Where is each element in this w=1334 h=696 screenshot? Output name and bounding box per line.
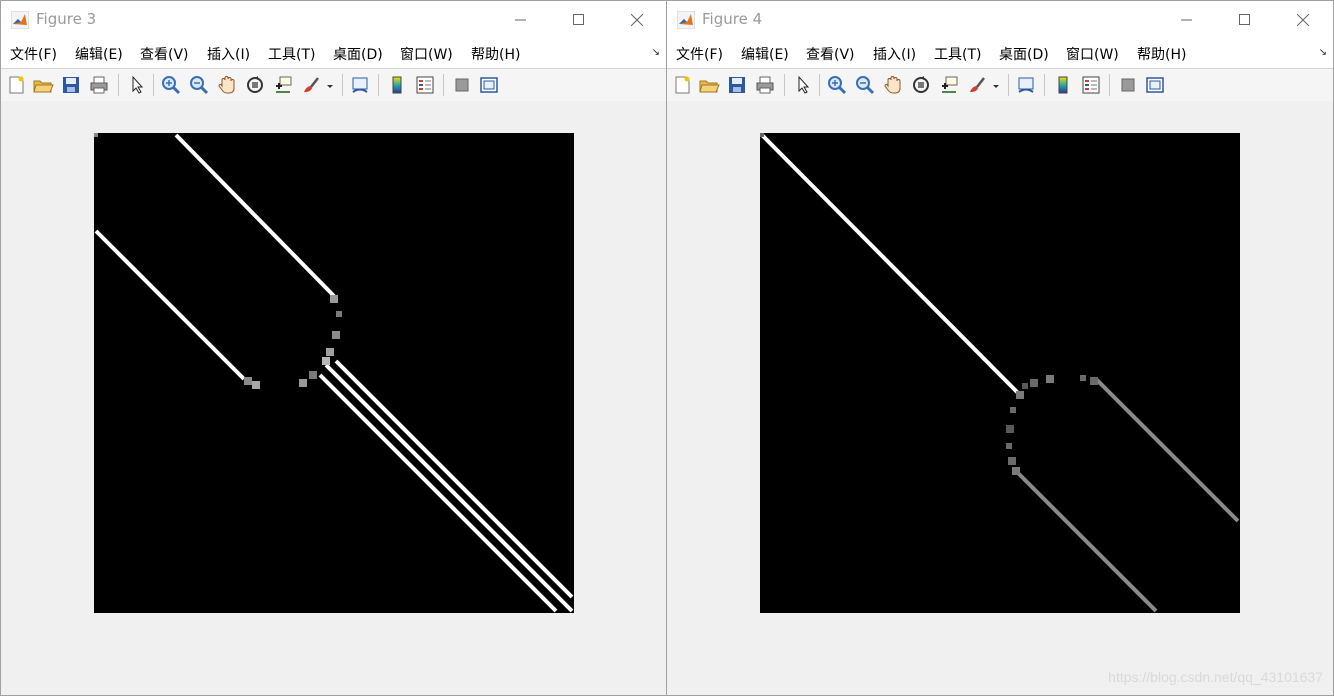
brush-dropdown-icon[interactable]: [324, 74, 336, 96]
toolbar-separator: [342, 74, 343, 96]
minimize-icon: [1181, 19, 1192, 21]
rotate-3d-icon[interactable]: [244, 74, 266, 96]
legend-icon[interactable]: [414, 74, 436, 96]
menu-bar: 文件(F) 编辑(E) 查看(V) 插入(I) 工具(T) 桌面(D) 窗口(W…: [1, 38, 666, 69]
dock-arrow-icon[interactable]: ↘: [1319, 47, 1327, 58]
toolbar-separator: [784, 74, 785, 96]
hide-plot-tools-icon[interactable]: [451, 74, 473, 96]
figure-canvas: [1, 101, 666, 695]
close-button[interactable]: [608, 1, 666, 38]
menu-desktop[interactable]: 桌面(D): [333, 44, 383, 64]
menu-window[interactable]: 窗口(W): [1066, 44, 1119, 64]
new-figure-icon[interactable]: [5, 74, 27, 96]
minimize-button[interactable]: [1158, 1, 1216, 38]
toolbar-separator: [378, 74, 379, 96]
menu-file[interactable]: 文件(F): [676, 44, 723, 64]
menu-bar: 文件(F) 编辑(E) 查看(V) 插入(I) 工具(T) 桌面(D) 窗口(W…: [667, 38, 1333, 69]
rotate-3d-icon[interactable]: [910, 74, 932, 96]
image-axes[interactable]: [94, 133, 574, 613]
window-title: Figure 4: [702, 10, 763, 28]
zoom-out-icon[interactable]: [188, 74, 210, 96]
maximize-icon: [573, 14, 584, 25]
menu-view[interactable]: 查看(V): [140, 44, 189, 64]
colorbar-icon[interactable]: [386, 74, 408, 96]
new-figure-icon[interactable]: [671, 74, 693, 96]
pan-hand-icon[interactable]: [216, 74, 238, 96]
edge-image: [760, 133, 1240, 613]
menu-tools[interactable]: 工具(T): [934, 44, 981, 64]
close-icon: [1297, 14, 1309, 26]
menu-help[interactable]: 帮助(H): [471, 44, 520, 64]
print-icon[interactable]: [754, 74, 776, 96]
zoom-in-icon[interactable]: [160, 74, 182, 96]
menu-tools[interactable]: 工具(T): [268, 44, 315, 64]
brush-icon[interactable]: [300, 74, 322, 96]
data-cursor-icon[interactable]: [272, 74, 294, 96]
zoom-in-icon[interactable]: [826, 74, 848, 96]
zoom-out-icon[interactable]: [854, 74, 876, 96]
show-plot-tools-icon[interactable]: [1144, 74, 1166, 96]
colorbar-icon[interactable]: [1052, 74, 1074, 96]
minimize-button[interactable]: [492, 1, 550, 38]
toolbar-separator: [443, 74, 444, 96]
maximize-button[interactable]: [1216, 1, 1274, 38]
save-icon[interactable]: [60, 74, 82, 96]
title-bar[interactable]: Figure 4: [667, 1, 1333, 38]
link-plot-icon[interactable]: [1015, 74, 1037, 96]
toolbar-separator: [1008, 74, 1009, 96]
legend-icon[interactable]: [1080, 74, 1102, 96]
edit-plot-pointer-icon[interactable]: [126, 74, 148, 96]
hide-plot-tools-icon[interactable]: [1117, 74, 1139, 96]
maximize-button[interactable]: [550, 1, 608, 38]
edit-plot-pointer-icon[interactable]: [792, 74, 814, 96]
toolbar-separator: [1044, 74, 1045, 96]
menu-desktop[interactable]: 桌面(D): [999, 44, 1049, 64]
figure-toolbar: [667, 69, 1333, 102]
title-bar[interactable]: Figure 3: [1, 1, 666, 38]
menu-insert[interactable]: 插入(I): [207, 44, 250, 64]
matlab-icon: [11, 11, 29, 29]
toolbar-separator: [153, 74, 154, 96]
watermark: https://blog.csdn.net/qq_43101637: [1108, 669, 1323, 685]
figure-4-window: Figure 4 文件(F) 编辑(E) 查看(V) 插入(I) 工具(T) 桌…: [666, 0, 1334, 696]
print-icon[interactable]: [88, 74, 110, 96]
show-plot-tools-icon[interactable]: [478, 74, 500, 96]
figure-toolbar: [1, 69, 666, 102]
close-icon: [631, 14, 643, 26]
link-plot-icon[interactable]: [349, 74, 371, 96]
data-cursor-icon[interactable]: [938, 74, 960, 96]
figure-3-window: Figure 3 文件(F) 编辑(E) 查看(V) 插入(I) 工具(T) 桌…: [0, 0, 667, 696]
figure-canvas: https://blog.csdn.net/qq_43101637: [667, 101, 1333, 695]
menu-edit[interactable]: 编辑(E): [741, 44, 789, 64]
image-axes[interactable]: [760, 133, 1240, 613]
close-button[interactable]: [1274, 1, 1332, 38]
menu-edit[interactable]: 编辑(E): [75, 44, 123, 64]
toolbar-separator: [819, 74, 820, 96]
brush-icon[interactable]: [966, 74, 988, 96]
brush-dropdown-icon[interactable]: [990, 74, 1002, 96]
window-title: Figure 3: [36, 10, 97, 28]
menu-help[interactable]: 帮助(H): [1137, 44, 1186, 64]
toolbar-separator: [1109, 74, 1110, 96]
maximize-icon: [1239, 14, 1250, 25]
minimize-icon: [515, 19, 526, 21]
save-icon[interactable]: [726, 74, 748, 96]
menu-view[interactable]: 查看(V): [806, 44, 855, 64]
matlab-icon: [677, 11, 695, 29]
menu-window[interactable]: 窗口(W): [400, 44, 453, 64]
menu-file[interactable]: 文件(F): [10, 44, 57, 64]
edge-image: [94, 133, 574, 613]
pan-hand-icon[interactable]: [882, 74, 904, 96]
dock-arrow-icon[interactable]: ↘: [652, 47, 660, 58]
open-file-icon[interactable]: [698, 74, 720, 96]
menu-insert[interactable]: 插入(I): [873, 44, 916, 64]
toolbar-separator: [118, 74, 119, 96]
open-file-icon[interactable]: [32, 74, 54, 96]
